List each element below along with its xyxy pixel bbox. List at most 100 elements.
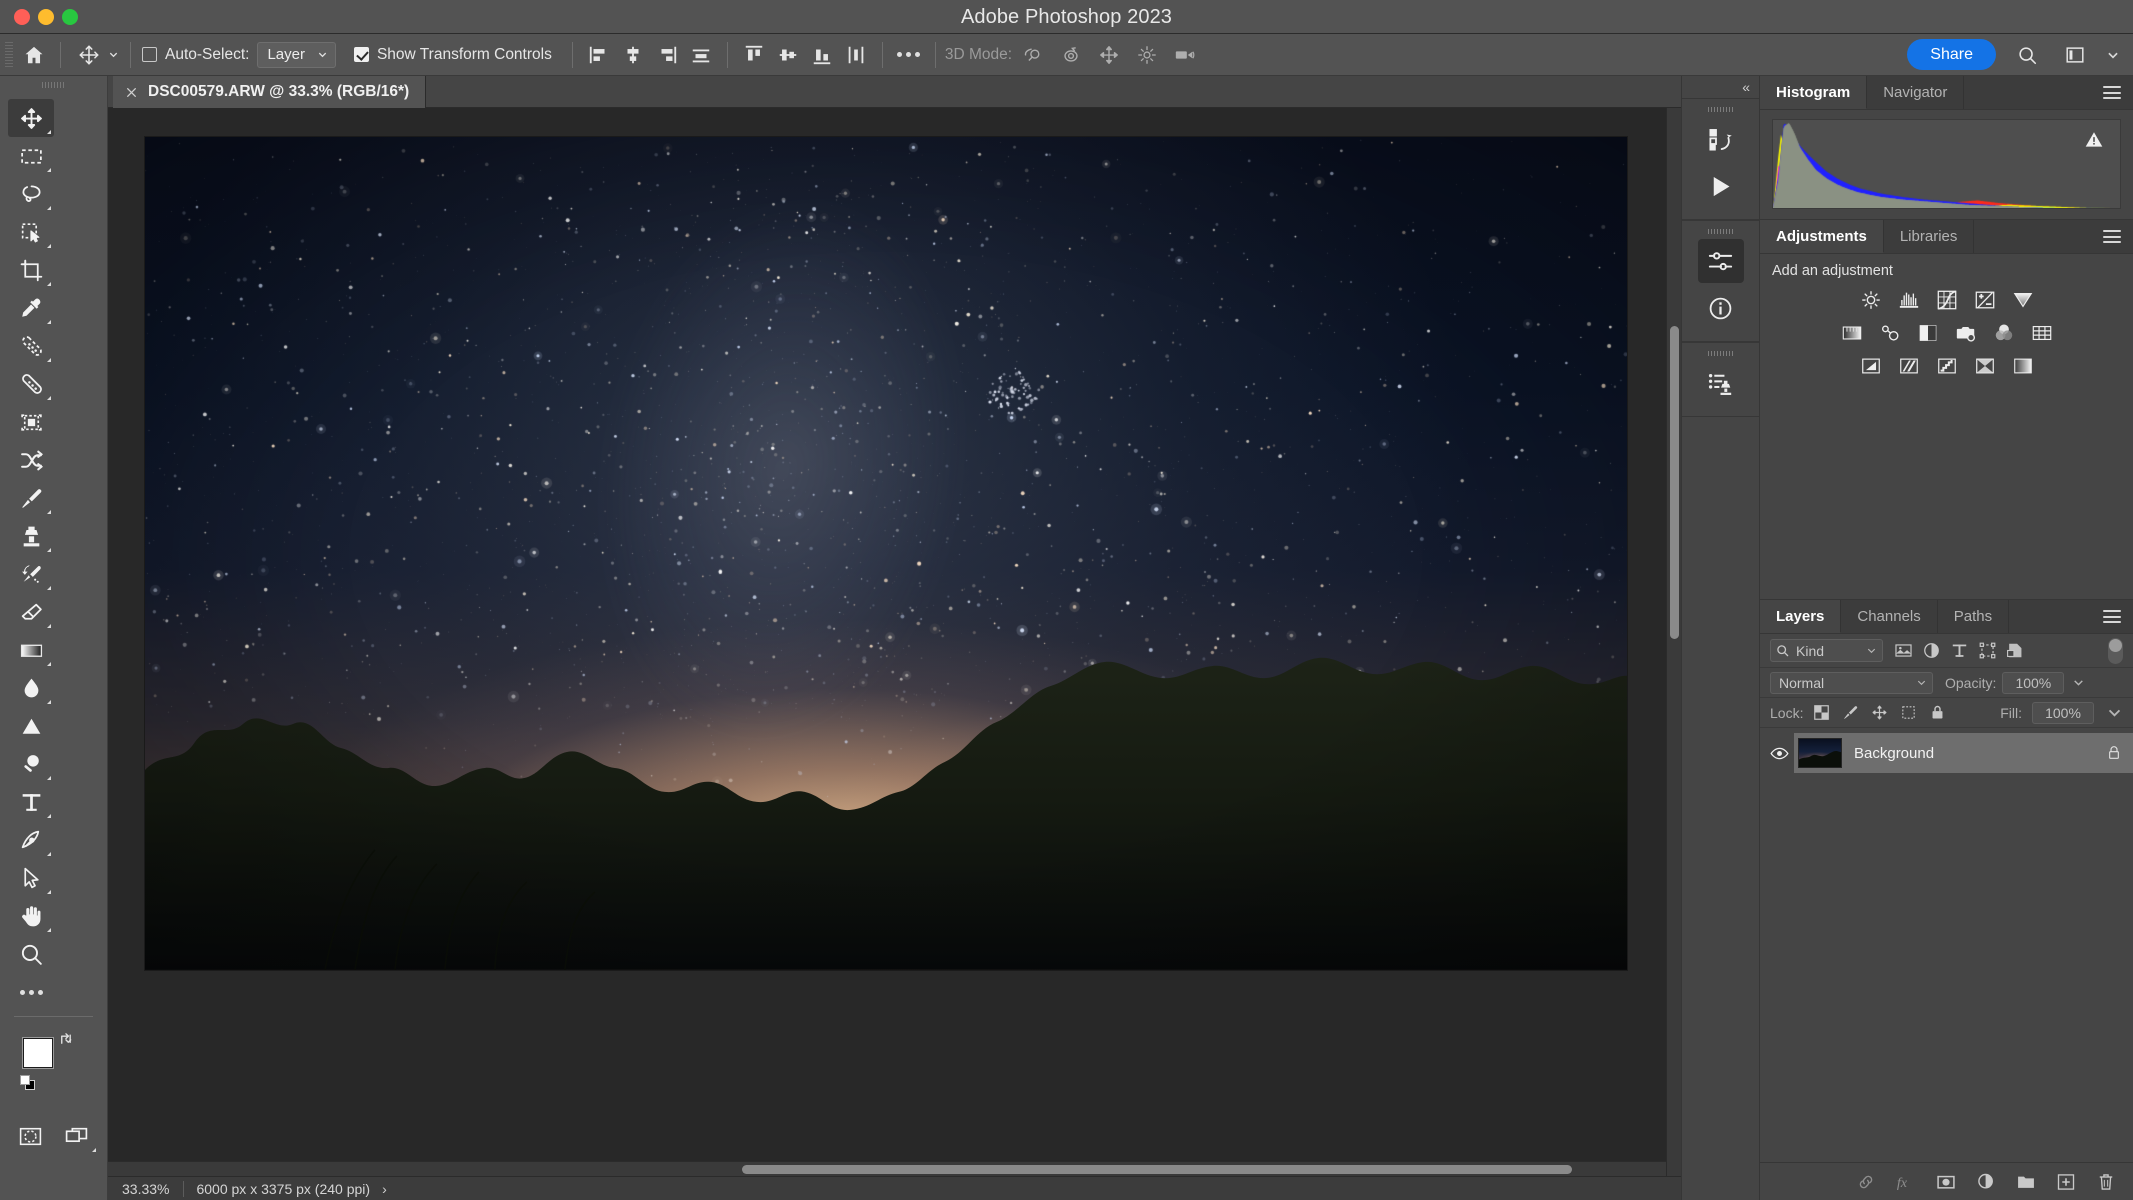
pen-tool[interactable] — [8, 821, 54, 859]
document-canvas-image[interactable] — [144, 136, 1628, 971]
hand-tool[interactable] — [8, 897, 54, 935]
3d-slide-icon[interactable] — [1130, 40, 1164, 70]
path-selection-tool[interactable] — [8, 859, 54, 897]
invert-icon[interactable] — [1857, 354, 1885, 378]
layer-row-background[interactable]: Background — [1760, 731, 2133, 775]
eyedropper-tool[interactable] — [8, 289, 54, 327]
color-lookup-icon[interactable] — [2028, 321, 2056, 345]
filter-enable-toggle[interactable] — [2108, 637, 2123, 664]
layer-item[interactable]: Background — [1794, 733, 2133, 773]
new-layer-icon[interactable] — [2055, 1171, 2077, 1193]
filter-pixel-icon[interactable] — [1894, 641, 1913, 660]
chevron-right-icon[interactable]: › — [382, 1181, 397, 1197]
document-tab[interactable]: DSC00579.ARW @ 33.3% (RGB/16*) — [113, 76, 427, 108]
hue-saturation-icon[interactable] — [1838, 321, 1866, 345]
foreground-color-swatch[interactable] — [23, 1038, 53, 1068]
tab-libraries[interactable]: Libraries — [1883, 220, 1975, 253]
screen-mode-button[interactable] — [54, 1117, 100, 1155]
rectangular-marquee-tool[interactable] — [8, 137, 54, 175]
tab-channels[interactable]: Channels — [1841, 600, 1938, 633]
levels-icon[interactable] — [1895, 288, 1923, 312]
zoom-level-field[interactable]: 33.33% — [108, 1181, 183, 1197]
align-top-edges-icon[interactable] — [737, 40, 771, 70]
color-balance-icon[interactable] — [1876, 321, 1904, 345]
posterize-icon[interactable] — [1895, 354, 1923, 378]
actions-panel-icon[interactable] — [1698, 117, 1744, 161]
align-vertical-centers-icon[interactable] — [684, 40, 718, 70]
share-button[interactable]: Share — [1907, 39, 1996, 70]
align-right-edges-icon[interactable] — [650, 40, 684, 70]
default-colors-icon[interactable] — [20, 1075, 37, 1092]
tab-layers[interactable]: Layers — [1760, 600, 1842, 633]
3d-pan-icon[interactable] — [1092, 40, 1126, 70]
3d-orbit-icon[interactable] — [1016, 40, 1050, 70]
align-horizontal-centers-icon[interactable] — [616, 40, 650, 70]
cached-data-warning-icon[interactable] — [2084, 130, 2104, 149]
link-layers-icon[interactable] — [1855, 1171, 1877, 1193]
align-bottom-edges-icon[interactable] — [805, 40, 839, 70]
move-tool-icon[interactable] — [72, 40, 106, 70]
move-tool[interactable] — [8, 99, 54, 137]
collapse-panels-icon[interactable]: « — [1682, 76, 1759, 98]
photo-filter-icon[interactable] — [1952, 321, 1980, 345]
clone-stamp-tool[interactable] — [8, 517, 54, 555]
lock-image-pixels-icon[interactable] — [1842, 704, 1859, 721]
gradient-tool[interactable] — [8, 631, 54, 669]
brightness-contrast-icon[interactable] — [1857, 288, 1885, 312]
tools-panel-grip[interactable] — [41, 79, 66, 91]
new-adjustment-layer-icon[interactable] — [1975, 1171, 1997, 1193]
eye-icon[interactable] — [1764, 747, 1794, 760]
current-tool-button[interactable] — [70, 40, 121, 70]
blend-mode-dropdown[interactable]: Normal — [1770, 671, 1933, 694]
frame-tool[interactable] — [8, 403, 54, 441]
lock-artboard-nesting-icon[interactable] — [1900, 704, 1917, 721]
layer-list[interactable]: Background — [1760, 728, 2133, 1162]
distribute-vertical-centers-icon[interactable] — [771, 40, 805, 70]
shuffle-tool[interactable] — [8, 441, 54, 479]
brush-tool[interactable] — [8, 479, 54, 517]
channel-mixer-icon[interactable] — [1990, 321, 2018, 345]
history-brush-tool[interactable] — [8, 555, 54, 593]
edit-toolbar-more-dots-icon[interactable] — [8, 973, 54, 1011]
canvas-horizontal-scrollbar[interactable] — [108, 1161, 1666, 1176]
lock-icon[interactable] — [2106, 744, 2122, 762]
search-icon[interactable] — [2010, 40, 2044, 70]
quick-mask-mode-button[interactable] — [8, 1117, 54, 1155]
align-left-edges-icon[interactable] — [582, 40, 616, 70]
layer-thumbnail[interactable] — [1798, 738, 1842, 768]
chevron-down-icon[interactable] — [2106, 48, 2120, 62]
filter-smart-object-icon[interactable] — [2006, 641, 2025, 660]
add-layer-mask-icon[interactable] — [1935, 1171, 1957, 1193]
opacity-field[interactable]: 100% — [2002, 671, 2065, 694]
auto-select-checkbox[interactable] — [142, 47, 157, 62]
lasso-tool[interactable] — [8, 175, 54, 213]
info-panel-icon[interactable] — [1698, 286, 1744, 330]
lock-transparent-pixels-icon[interactable] — [1813, 704, 1830, 721]
filter-type-icon[interactable] — [1950, 641, 1969, 660]
auto-select-dropdown[interactable]: Layer — [257, 41, 336, 68]
more-options-icon[interactable] — [892, 40, 926, 70]
workspace-switcher-icon[interactable] — [2058, 40, 2092, 70]
object-selection-tool[interactable] — [8, 213, 54, 251]
layer-filter-kind-dropdown[interactable]: Kind — [1770, 639, 1883, 662]
canvas-vertical-scrollbar[interactable] — [1666, 108, 1681, 1176]
chevron-down-icon[interactable] — [108, 49, 119, 60]
tab-navigator[interactable]: Navigator — [1867, 76, 1965, 109]
fill-field[interactable]: 100% — [2032, 701, 2094, 724]
panel-menu-icon[interactable] — [2091, 220, 2133, 253]
clone-source-panel-icon[interactable] — [1698, 361, 1744, 405]
rail-group-grip[interactable] — [1707, 349, 1734, 357]
chevron-down-icon[interactable] — [2106, 704, 2123, 721]
curves-icon[interactable] — [1933, 288, 1961, 312]
healing-brush-tool[interactable] — [8, 365, 54, 403]
canvas-area[interactable] — [108, 108, 1681, 1176]
properties-panel-icon[interactable] — [1697, 239, 1744, 283]
crop-tool[interactable] — [8, 251, 54, 289]
lock-all-icon[interactable] — [1929, 704, 1946, 721]
panel-menu-icon[interactable] — [2091, 76, 2133, 109]
blur-tool[interactable] — [8, 669, 54, 707]
eraser-tool[interactable] — [8, 593, 54, 631]
gradient-map-icon[interactable] — [2009, 354, 2037, 378]
new-group-folder-icon[interactable] — [2015, 1171, 2037, 1193]
lock-position-icon[interactable] — [1871, 704, 1888, 721]
